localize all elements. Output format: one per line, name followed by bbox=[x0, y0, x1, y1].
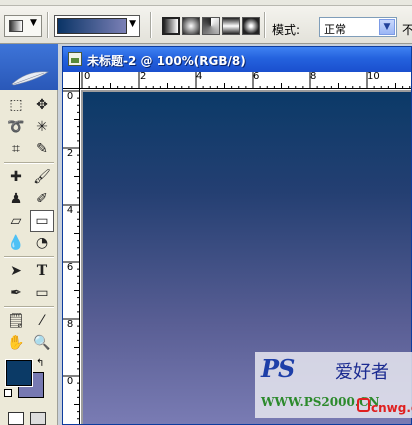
healing-brush-tool-icon[interactable]: ✚ bbox=[4, 166, 28, 188]
feather-logo-icon bbox=[11, 71, 49, 86]
chevron-down-icon[interactable]: ▼ bbox=[379, 19, 395, 35]
gradient-tool-icon[interactable]: ▭ bbox=[30, 210, 54, 232]
chevron-down-icon[interactable]: ▼ bbox=[129, 19, 136, 29]
ruler-label: 6 bbox=[66, 262, 74, 273]
blur-tool-icon[interactable]: 💧 bbox=[4, 232, 28, 254]
ruler-label: 2 bbox=[66, 148, 74, 159]
watermark-title: 爱好者 bbox=[335, 362, 389, 383]
foreground-color-swatch[interactable] bbox=[5, 359, 33, 387]
magic-wand-tool-icon[interactable]: ✳ bbox=[30, 116, 54, 138]
horizontal-ruler[interactable]: 0 2 4 6 8 10 bbox=[80, 72, 411, 89]
watermark-site: cnwg.cn bbox=[371, 401, 412, 415]
ruler-label: 6 bbox=[253, 72, 260, 82]
marquee-tool-icon[interactable]: ⬚ bbox=[4, 94, 28, 116]
swap-colors-icon[interactable]: ↰ bbox=[36, 358, 44, 369]
eraser-tool-icon[interactable]: ▱ bbox=[4, 210, 28, 232]
document-title: 未标题-2 @ 100%(RGB/8) bbox=[87, 54, 246, 68]
ruler-label: 0 bbox=[66, 91, 74, 102]
hand-tool-icon[interactable]: ✋ bbox=[4, 332, 28, 354]
toolbox-separator bbox=[4, 306, 54, 308]
type-tool-icon[interactable]: T bbox=[30, 260, 54, 282]
gradient-tool-icon bbox=[9, 20, 23, 32]
ruler-label: 4 bbox=[196, 72, 203, 82]
eyedropper-tool-icon[interactable]: ⁄ bbox=[30, 310, 54, 332]
ruler-ticks bbox=[63, 90, 79, 420]
watermark-ps-logo: PS bbox=[261, 354, 295, 383]
mode-select[interactable]: 正常 ▼ bbox=[319, 17, 397, 37]
options-bar: ▼ ▼ 模式: 正常 ▼ 不 bbox=[0, 6, 412, 44]
move-tool-icon[interactable]: ✥ bbox=[30, 94, 54, 116]
toolbox-header[interactable] bbox=[0, 44, 58, 90]
brush-tool-icon[interactable]: 🖌 bbox=[30, 166, 54, 188]
tool-preset-picker[interactable]: ▼ bbox=[4, 15, 42, 37]
mode-label: 模式: bbox=[272, 23, 301, 37]
ruler-label: 10 bbox=[367, 72, 380, 82]
path-selection-tool-icon[interactable]: ➤ bbox=[4, 260, 28, 282]
ruler-label: 0 bbox=[84, 72, 91, 82]
ruler-label: 0 bbox=[66, 376, 74, 387]
opacity-label: 不 bbox=[402, 23, 412, 37]
ruler-label: 8 bbox=[310, 72, 317, 82]
angle-gradient-button[interactable] bbox=[202, 17, 220, 35]
default-colors-icon[interactable] bbox=[4, 389, 12, 397]
document-titlebar[interactable]: 未标题-2 @ 100%(RGB/8) bbox=[63, 47, 411, 72]
chevron-down-icon: ▼ bbox=[30, 18, 37, 28]
dodge-tool-icon[interactable]: ◔ bbox=[30, 232, 54, 254]
radial-gradient-button[interactable] bbox=[182, 17, 200, 35]
shape-tool-icon[interactable]: ▭ bbox=[30, 282, 54, 304]
ruler-origin[interactable] bbox=[63, 72, 80, 89]
vertical-ruler[interactable]: 0 2 4 6 8 0 bbox=[63, 89, 80, 424]
standard-mode-icon[interactable] bbox=[8, 412, 24, 425]
notes-tool-icon[interactable]: 🗒 bbox=[4, 310, 28, 332]
slice-tool-icon[interactable]: ✎ bbox=[30, 138, 54, 160]
ruler-label: 4 bbox=[66, 205, 74, 216]
lasso-tool-icon[interactable]: ➰ bbox=[4, 116, 28, 138]
separator bbox=[150, 12, 152, 38]
gradient-picker[interactable]: ▼ bbox=[54, 15, 140, 37]
ruler-ticks bbox=[81, 72, 411, 88]
reflected-gradient-button[interactable] bbox=[222, 17, 240, 35]
gradient-swatch bbox=[57, 18, 127, 34]
quick-mask-mode-icon[interactable] bbox=[30, 412, 46, 425]
document-icon bbox=[68, 52, 82, 66]
mode-value: 正常 bbox=[324, 23, 346, 36]
separator bbox=[264, 12, 266, 38]
zoom-tool-icon[interactable]: 🔍 bbox=[30, 332, 54, 354]
cnwg-logo-icon bbox=[357, 398, 370, 412]
linear-gradient-button[interactable] bbox=[162, 17, 180, 35]
separator bbox=[47, 12, 49, 38]
crop-tool-icon[interactable]: ⌗ bbox=[4, 138, 28, 160]
toolbox-separator bbox=[4, 256, 54, 258]
diamond-gradient-button[interactable] bbox=[242, 17, 260, 35]
ruler-label: 8 bbox=[66, 319, 74, 330]
history-brush-tool-icon[interactable]: ✐ bbox=[30, 188, 54, 210]
clone-stamp-tool-icon[interactable]: ♟ bbox=[4, 188, 28, 210]
toolbox: ⬚ ✥ ➰ ✳ ⌗ ✎ ✚ 🖌 ♟ ✐ ▱ ▭ 💧 ◔ ➤ T ✒ ▭ 🗒 ⁄ … bbox=[0, 44, 58, 425]
ruler-label: 2 bbox=[140, 72, 147, 82]
pen-tool-icon[interactable]: ✒ bbox=[4, 282, 28, 304]
toolbox-separator bbox=[4, 162, 54, 164]
